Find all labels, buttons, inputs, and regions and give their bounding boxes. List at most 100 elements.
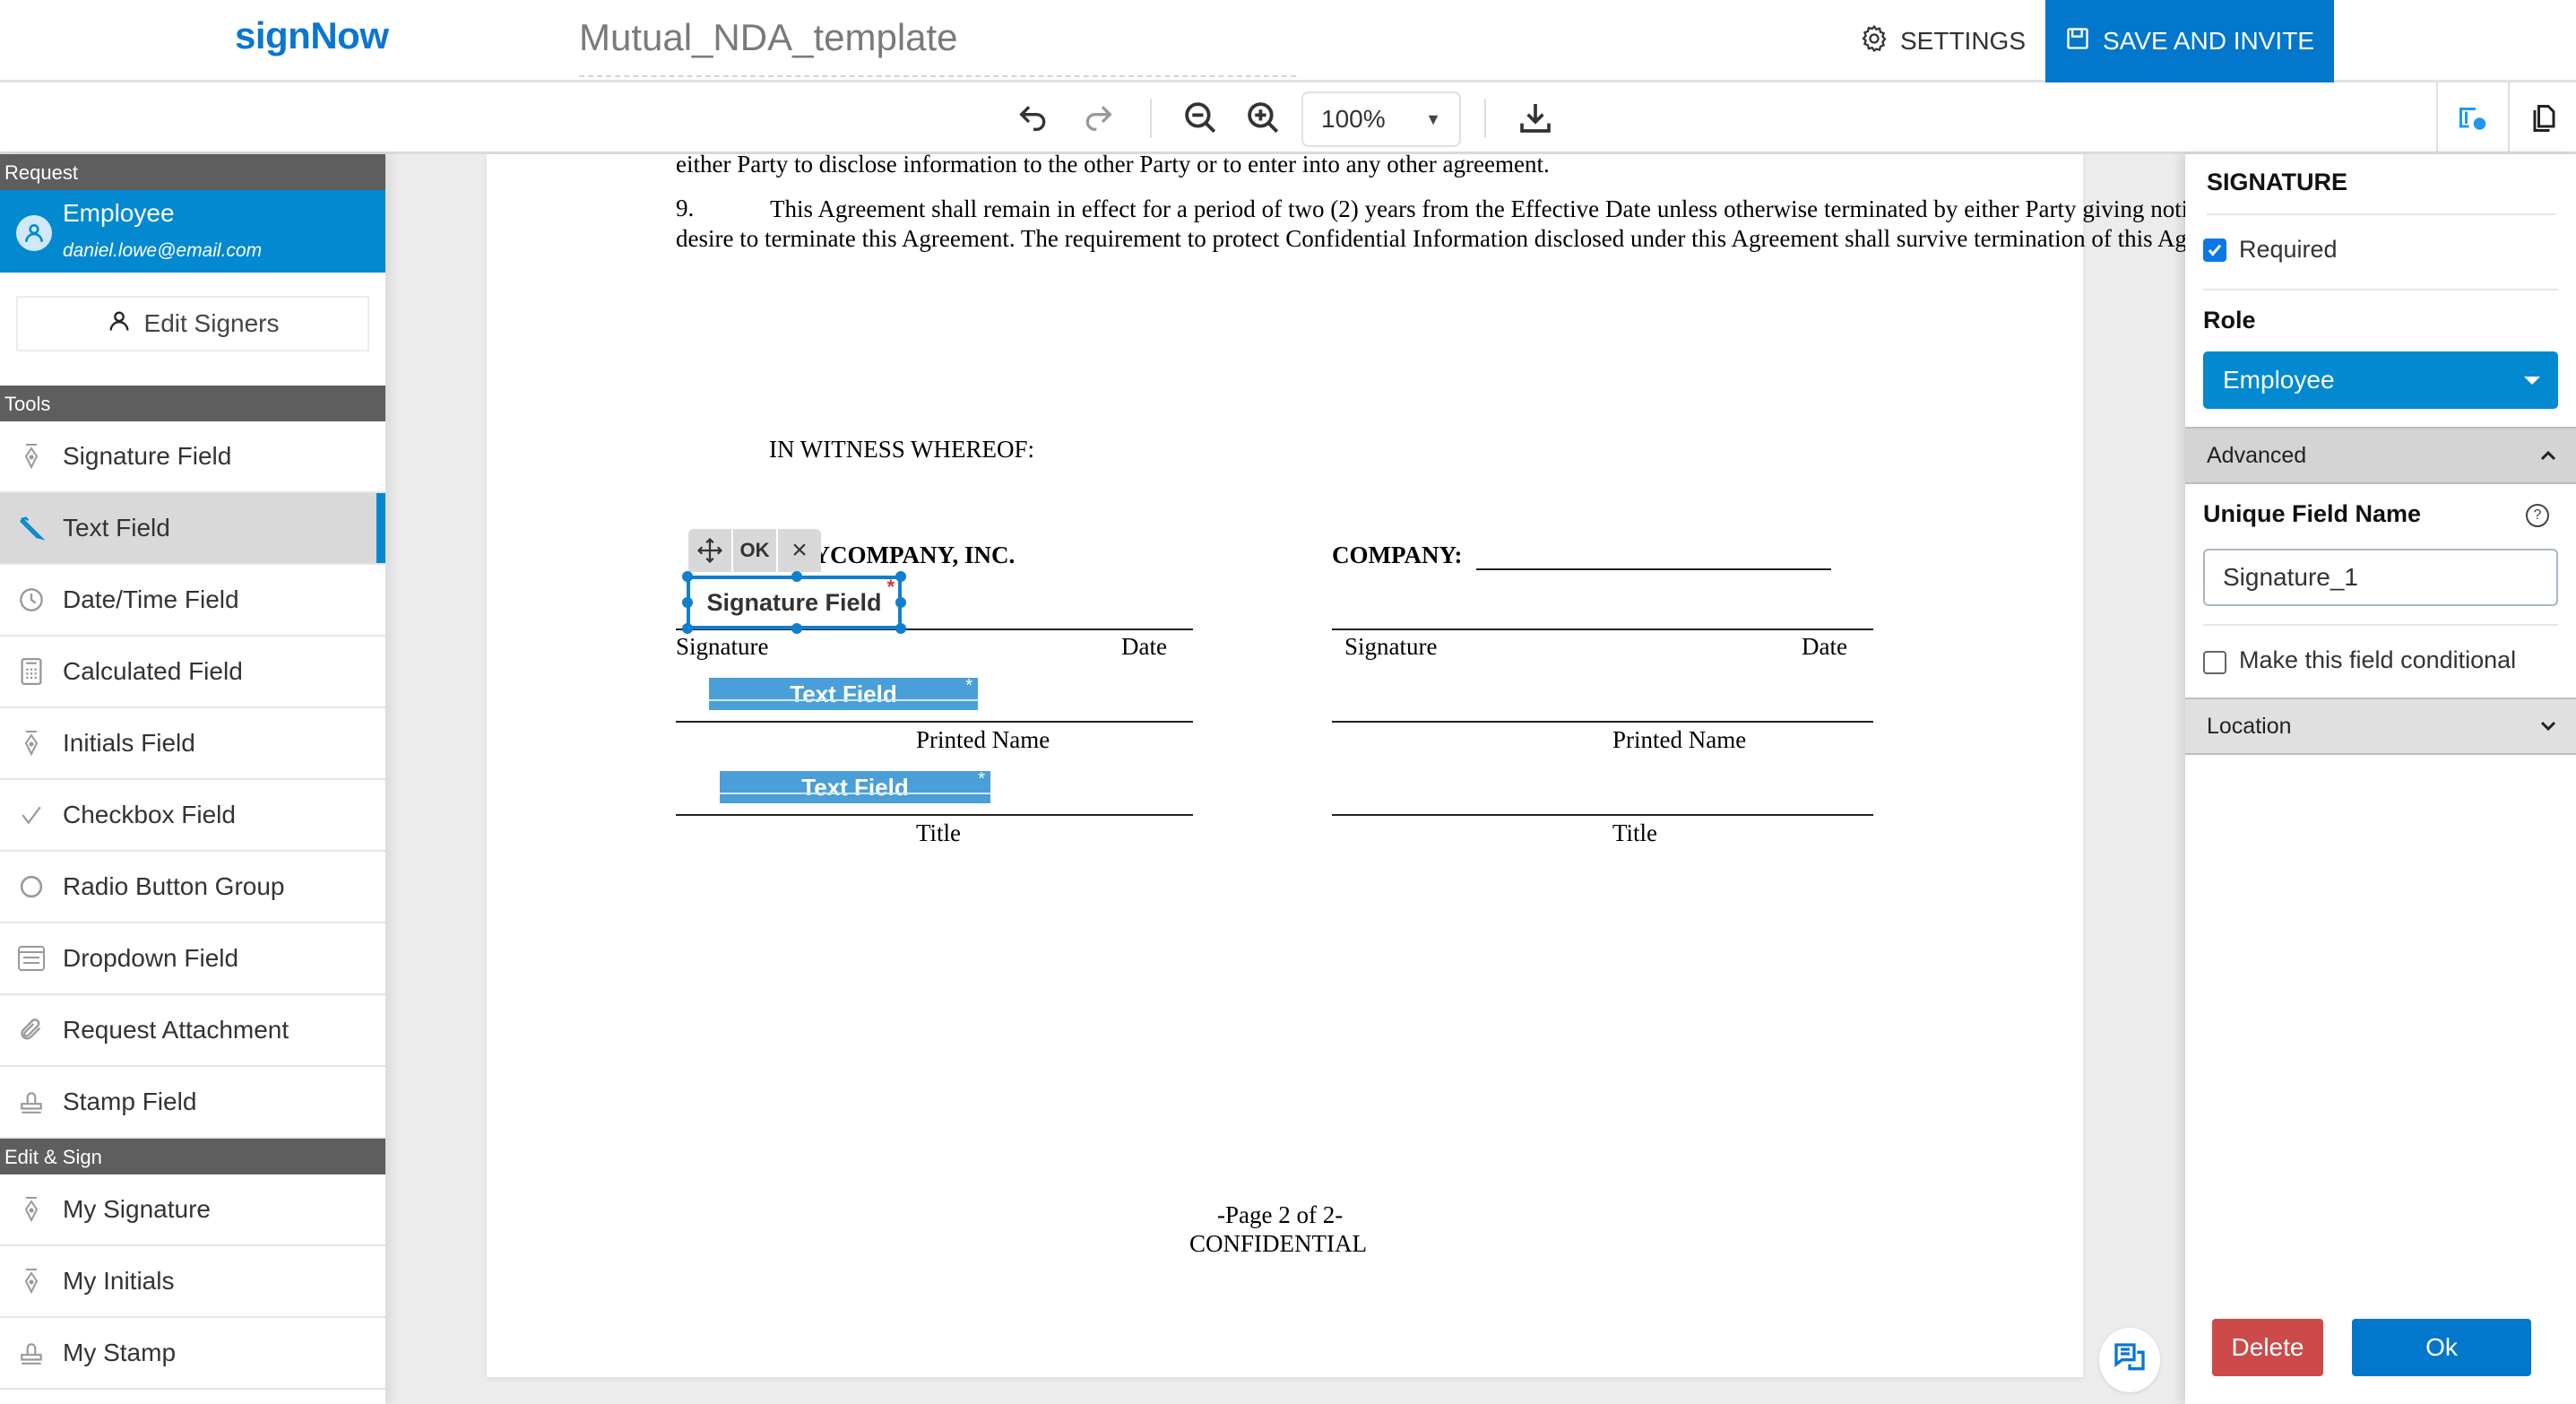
signnow-logo[interactable]: signNow — [235, 14, 389, 57]
title-label: Title — [916, 819, 962, 846]
resize-handle[interactable] — [895, 571, 906, 582]
text-field-printed-name[interactable]: Text Field * — [709, 676, 978, 710]
tool-label: Stamp Field — [63, 1088, 197, 1115]
required-checkbox[interactable] — [2203, 238, 2226, 262]
caret-down-icon — [2524, 377, 2540, 385]
save-and-invite-button[interactable]: SAVE AND INVITE — [2045, 0, 2334, 82]
undo-icon[interactable] — [1011, 95, 1056, 140]
resize-handle[interactable] — [682, 597, 693, 608]
pen-nib-icon — [18, 1196, 45, 1223]
advanced-accordion[interactable]: Advanced — [2185, 427, 2576, 484]
pages-icon[interactable] — [2508, 82, 2576, 154]
comments-button[interactable] — [2099, 1328, 2160, 1392]
tool-signature-field[interactable]: Signature Field — [0, 421, 385, 493]
signature-label: Signature — [1344, 633, 1438, 660]
conditional-label: Make this field conditional — [2239, 646, 2517, 673]
tool-request-attachment[interactable]: Request Attachment — [0, 995, 385, 1067]
zoom-out-icon[interactable] — [1178, 95, 1223, 140]
field-ok-button[interactable]: OK — [733, 529, 778, 572]
tool-text-field[interactable]: Text Field — [0, 493, 385, 565]
chevron-down-icon — [2540, 716, 2556, 737]
printed-name-line — [676, 721, 1193, 723]
company-name-line — [1476, 568, 1831, 570]
pen-nib-icon — [18, 730, 45, 757]
tool-checkbox-field[interactable]: Checkbox Field — [0, 780, 385, 852]
pen-nib-icon — [18, 1268, 45, 1295]
help-icon[interactable]: ? — [2526, 504, 2549, 527]
tool-dropdown-field[interactable]: Dropdown Field — [0, 923, 385, 995]
user-icon — [107, 308, 132, 340]
unique-field-name-input[interactable] — [2203, 549, 2558, 606]
document-page: either Party to disclose information to … — [487, 151, 2382, 1377]
document-toolbar: 100% ▼ — [0, 82, 2576, 154]
date-label: Date — [1802, 633, 1847, 660]
field-properties-panel: SIGNATURE Required Role Employee Advance… — [2185, 154, 2576, 1404]
tool-my-signature[interactable]: My Signature — [0, 1174, 385, 1246]
gear-icon — [1859, 23, 1889, 60]
field-settings-icon[interactable] — [2436, 82, 2508, 154]
title-line — [1332, 814, 1873, 816]
toolbar-divider — [1484, 99, 1486, 138]
doc-line-top: either Party to disclose information to … — [676, 151, 1550, 178]
download-icon[interactable] — [1513, 95, 1558, 140]
delete-button[interactable]: Delete — [2212, 1319, 2323, 1376]
text-field-baseline — [720, 793, 990, 794]
tool-label: Initials Field — [63, 729, 195, 757]
advanced-label: Advanced — [2207, 442, 2307, 468]
dropdown-icon — [18, 945, 45, 972]
printed-name-label: Printed Name — [1612, 726, 1747, 753]
resize-handle[interactable] — [791, 571, 802, 582]
resize-handle[interactable] — [791, 623, 802, 634]
field-close-button[interactable]: × — [778, 529, 821, 572]
ok-button[interactable]: Ok — [2352, 1319, 2531, 1376]
signature-field-selected[interactable]: Signature Field * — [682, 571, 906, 634]
right-company-label: COMPANY: — [1332, 542, 1463, 568]
role-select[interactable]: Employee — [2203, 351, 2558, 409]
stamp-icon — [18, 1339, 45, 1366]
settings-button[interactable]: SETTINGS — [1859, 0, 2026, 82]
para9-text: This Agreement shall remain in effect fo… — [676, 195, 2382, 252]
signer-role: Employee — [63, 199, 175, 227]
settings-label: SETTINGS — [1900, 27, 2027, 55]
signnow-editor: signNow Mutual_NDA_template SETTINGS SAV… — [0, 0, 2576, 1404]
tool-calculated-field[interactable]: Calculated Field — [0, 637, 385, 708]
conditional-checkbox[interactable] — [2203, 651, 2226, 674]
tool-label: Checkbox Field — [63, 801, 236, 828]
witness-heading: IN WITNESS WHEREOF: — [769, 436, 1034, 463]
tool-initials-field[interactable]: Initials Field — [0, 708, 385, 780]
edit-signers-label: Edit Signers — [143, 309, 280, 337]
text-field-title[interactable]: Text Field * — [720, 769, 990, 803]
document-title[interactable]: Mutual_NDA_template — [579, 16, 1296, 77]
tool-stamp-field[interactable]: Stamp Field — [0, 1067, 385, 1139]
zoom-in-icon[interactable] — [1240, 95, 1285, 140]
request-section-header: Request — [0, 154, 385, 190]
redo-icon[interactable] — [1076, 95, 1120, 140]
divider — [2207, 213, 2556, 215]
tool-label: My Signature — [63, 1195, 211, 1223]
tool-datetime-field[interactable]: Date/Time Field — [0, 565, 385, 637]
move-icon[interactable] — [688, 529, 733, 572]
signer-employee[interactable]: Employee daniel.lowe@email.com — [0, 190, 385, 273]
tool-radio-button-group[interactable]: Radio Button Group — [0, 852, 385, 923]
location-accordion[interactable]: Location — [2185, 698, 2576, 755]
location-label: Location — [2207, 713, 2292, 739]
tool-label: My Stamp — [63, 1339, 177, 1366]
pencil-icon — [18, 515, 45, 542]
edit-signers-button[interactable]: Edit Signers — [16, 296, 369, 351]
signature-label: Signature — [676, 633, 769, 660]
tool-my-stamp[interactable]: My Stamp — [0, 1318, 385, 1390]
printed-name-label: Printed Name — [916, 726, 1050, 753]
title-line — [676, 814, 1193, 816]
required-asterisk: * — [965, 676, 972, 696]
zoom-level-select[interactable]: 100% ▼ — [1301, 91, 1461, 147]
resize-handle[interactable] — [682, 623, 693, 634]
paperclip-icon — [18, 1017, 45, 1044]
resize-handle[interactable] — [895, 623, 906, 634]
resize-handle[interactable] — [895, 597, 906, 608]
chat-icon — [2112, 1340, 2148, 1380]
tool-label: Text Field — [63, 514, 170, 542]
tool-label: Calculated Field — [63, 657, 243, 685]
save-and-invite-label: SAVE AND INVITE — [2103, 27, 2314, 55]
resize-handle[interactable] — [682, 571, 693, 582]
tool-my-initials[interactable]: My Initials — [0, 1246, 385, 1318]
